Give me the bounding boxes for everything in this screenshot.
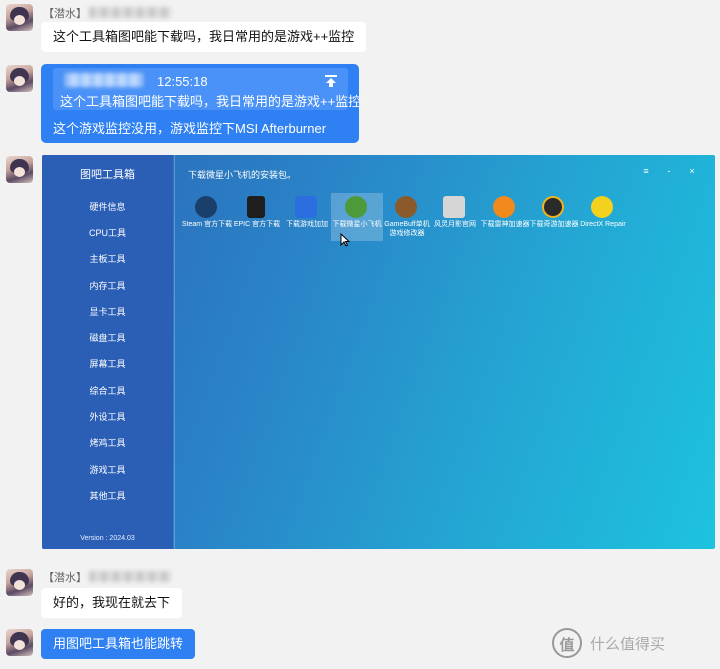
app-label: 风灵月影官网: [434, 221, 476, 228]
tool-status-text: 下载微星小飞机的安装包。: [188, 170, 297, 180]
sidebar-item-other[interactable]: 其他工具: [42, 489, 173, 502]
divider: [174, 155, 175, 549]
blurred-username: [89, 7, 171, 18]
message-text: 这个工具箱图吧能下载吗，我日常用的是游戏++监控: [53, 29, 355, 44]
quoted-text: 这个工具箱图吧能下载吗，我日常用的是游戏++监控: [60, 94, 362, 109]
app-directx[interactable]: DirectX Repair: [577, 193, 629, 241]
epic-icon: [247, 196, 265, 218]
sidebar-item-memory[interactable]: 内存工具: [42, 279, 173, 292]
app-epic[interactable]: EPIC 官方下载: [231, 193, 283, 241]
sidebar-item-hardware[interactable]: 硬件信息: [42, 200, 173, 213]
sender-name: 【潜水】: [43, 5, 171, 21]
app-label: DirectX Repair: [580, 221, 626, 228]
leishen-icon: [493, 196, 515, 218]
blurred-username: [65, 73, 143, 87]
app-label: 下载微星小飞机: [332, 221, 382, 228]
afterburner-icon: [345, 196, 367, 218]
sender-role: 【潜水】: [43, 8, 87, 20]
qiyou-icon: [542, 196, 564, 218]
sender-name: 【潜水】: [43, 569, 171, 585]
watermark-text: 什么值得买: [590, 636, 666, 653]
quote-timestamp: 12:55:18: [157, 74, 208, 89]
app-game-plus[interactable]: 下载游戏加加: [281, 193, 333, 241]
directx-icon: [591, 196, 613, 218]
app-label: 下载雷神加速器: [480, 221, 530, 228]
message-bubble[interactable]: 好的，我现在就去下: [41, 588, 183, 618]
app-label: 下载奇游加速器: [529, 221, 579, 228]
avatar[interactable]: [6, 156, 33, 183]
app-label: EPIC 官方下载: [233, 221, 281, 228]
watermark-logo-text: 值: [559, 637, 575, 654]
tool-title: 图吧工具箱: [80, 169, 135, 181]
app-gamebuff[interactable]: GameBuff单机游戏修改器: [381, 193, 433, 241]
quoted-message[interactable]: 12:55:18 这个工具箱图吧能下载吗，我日常用的是游戏++监控: [53, 68, 361, 110]
avatar[interactable]: [6, 629, 33, 656]
sidebar-item-cpu[interactable]: CPU工具: [42, 226, 173, 239]
reply-message-bubble[interactable]: 12:55:18 这个工具箱图吧能下载吗，我日常用的是游戏++监控 这个游戏监控…: [41, 64, 361, 143]
avatar[interactable]: [6, 4, 33, 31]
app-qiyou[interactable]: 下载奇游加速器: [528, 193, 580, 241]
sidebar-item-motherboard[interactable]: 主板工具: [42, 252, 173, 265]
app-flyingmoon[interactable]: 风灵月影官网: [429, 193, 481, 241]
gamebuff-icon: [395, 196, 417, 218]
sidebar-item-screen[interactable]: 屏幕工具: [42, 357, 173, 370]
blurred-username: [89, 571, 171, 582]
sidebar-item-disk[interactable]: 磁盘工具: [42, 331, 173, 344]
app-leishen[interactable]: 下载雷神加速器: [479, 193, 531, 241]
close-icon[interactable]: ×: [686, 166, 698, 176]
flyingmoon-icon: [443, 196, 465, 218]
app-label: Steam 官方下载: [181, 221, 233, 228]
sender-role: 【潜水】: [43, 572, 87, 584]
menu-icon[interactable]: ≡: [640, 166, 652, 176]
minimize-icon[interactable]: -: [663, 166, 675, 176]
sidebar-item-gpu[interactable]: 显卡工具: [42, 305, 173, 318]
app-label: 下载游戏加加: [286, 221, 328, 228]
app-steam[interactable]: Steam 官方下载: [181, 193, 233, 241]
avatar[interactable]: [6, 569, 33, 596]
sidebar-item-peripheral[interactable]: 外设工具: [42, 410, 173, 423]
game-plus-icon: [295, 196, 317, 218]
cursor-icon: [340, 233, 350, 247]
steam-icon: [195, 196, 217, 218]
image-message-toolbox-screenshot[interactable]: 图吧工具箱 硬件信息 CPU工具 主板工具 内存工具 显卡工具 磁盘工具 屏幕工…: [42, 155, 715, 549]
scroll-to-top-icon[interactable]: [324, 74, 338, 88]
message-bubble[interactable]: 用图吧工具箱也能跳转: [41, 629, 196, 659]
app-afterburner[interactable]: 下载微星小飞机: [331, 193, 383, 241]
message-bubble[interactable]: 这个工具箱图吧能下载吗，我日常用的是游戏++监控: [41, 22, 367, 52]
version-label: Version : 2024.03: [80, 535, 135, 542]
message-text: 用图吧工具箱也能跳转: [53, 636, 184, 651]
message-text: 这个游戏监控没用，游戏监控下MSI Afterburner: [53, 121, 327, 136]
message-text: 好的，我现在就去下: [53, 595, 171, 610]
sidebar-item-general[interactable]: 综合工具: [42, 384, 173, 397]
avatar[interactable]: [6, 65, 33, 92]
watermark: 值 什么值得买: [552, 628, 712, 658]
app-label: GameBuff单机游戏修改器: [384, 221, 430, 237]
sidebar-item-game[interactable]: 游戏工具: [42, 463, 173, 476]
tool-sidebar: 图吧工具箱 硬件信息 CPU工具 主板工具 内存工具 显卡工具 磁盘工具 屏幕工…: [42, 155, 173, 549]
sidebar-item-stress[interactable]: 烤鸡工具: [42, 436, 173, 449]
watermark-logo: 值: [552, 628, 582, 658]
